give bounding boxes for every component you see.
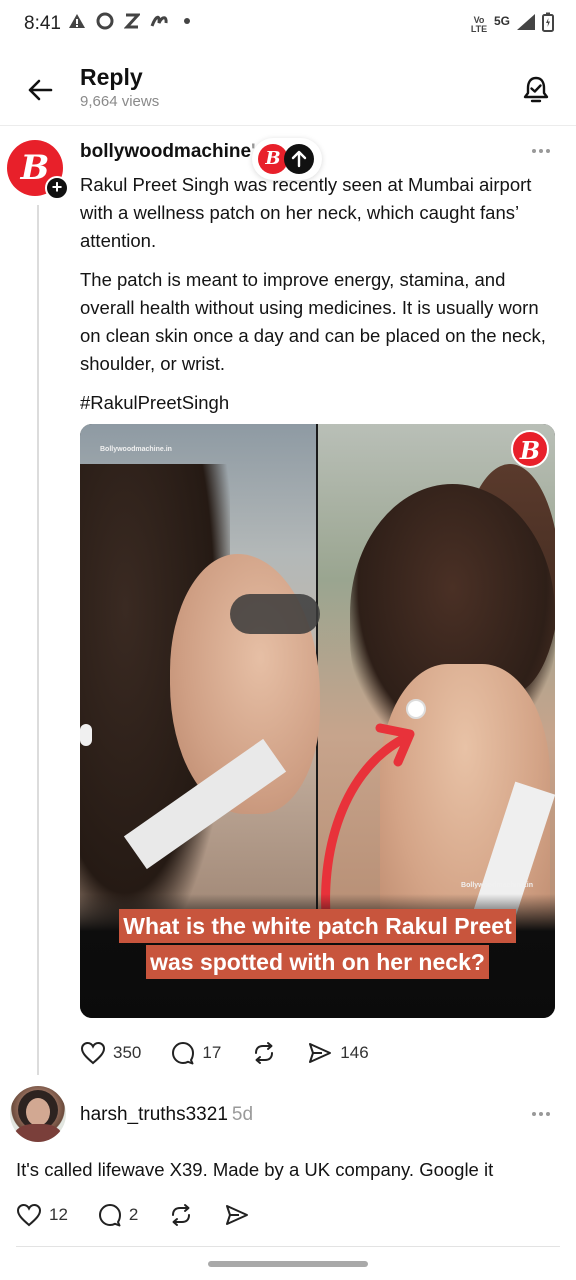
send-icon (309, 1043, 332, 1063)
home-indicator[interactable] (208, 1261, 368, 1267)
avatar-detail (26, 1098, 50, 1126)
reply-like-button[interactable]: 12 (16, 1203, 68, 1227)
image-detail (230, 594, 320, 634)
view-count: 9,664 views (80, 93, 160, 110)
brand-logo-letter: B (20, 148, 50, 188)
header-divider (0, 125, 576, 126)
repost-button[interactable] (251, 1041, 277, 1065)
system-icons: Vo LTE 5G (470, 12, 554, 37)
post-paragraph-2: The patch is meant to improve energy, st… (80, 269, 546, 374)
caption-line-1: What is the white patch Rakul Preet (119, 909, 516, 943)
like-button[interactable]: 350 (80, 1041, 141, 1065)
post-actions: 350 17 146 (80, 1040, 399, 1066)
heart-icon (80, 1041, 106, 1065)
notification-bell-button[interactable] (516, 70, 556, 110)
comment-button[interactable]: 17 (171, 1041, 221, 1065)
post-more-options-button[interactable] (526, 140, 556, 162)
image-caption: What is the white patch Rakul Preet was … (80, 909, 555, 981)
reply-comment-button[interactable]: 2 (98, 1203, 138, 1227)
page-title: Reply (80, 64, 143, 90)
post-image[interactable]: Bollywoodmachine.in B Bollywoodmachine.i… (80, 424, 555, 1018)
reply-repost-button[interactable] (168, 1203, 194, 1227)
dot (539, 1112, 543, 1116)
post-username[interactable]: bollywoodmachine' (80, 141, 256, 163)
dot (532, 149, 536, 153)
notification-icons (68, 12, 190, 30)
comment-icon (98, 1204, 121, 1227)
reply-text: It's called lifewave X39. Made by a UK c… (16, 1159, 494, 1180)
z-app-icon (124, 13, 140, 29)
network-type: 5G (493, 13, 510, 28)
more-notifications-dot (184, 18, 190, 24)
reply-like-count: 12 (49, 1205, 68, 1224)
comment-count: 17 (202, 1043, 222, 1062)
like-count: 350 (113, 1043, 142, 1062)
app-logo-icon (150, 13, 170, 29)
reply-more-options-button[interactable] (526, 1103, 556, 1125)
share-count: 146 (340, 1043, 369, 1062)
status-bar: 8:41 Vo LTE 5G (0, 0, 576, 50)
reply-divider (16, 1246, 560, 1247)
reply-time: 5d (231, 1104, 254, 1125)
arrow-up-icon (284, 144, 314, 174)
image-detail (80, 724, 92, 746)
post-hashtag[interactable]: #RakulPreetSingh (80, 389, 560, 417)
image-watermark-right: Bollywoodmachine.in (461, 882, 533, 889)
repost-icon (172, 1204, 191, 1226)
avatar-detail (14, 1124, 62, 1142)
reply-comment-count: 2 (128, 1205, 139, 1224)
post-text: Rakul Preet Singh was recently seen at M… (80, 171, 560, 428)
bell-check-icon (523, 76, 549, 103)
dot (546, 149, 550, 153)
comment-icon (172, 1042, 195, 1065)
reply-actions: 12 2 (16, 1202, 280, 1228)
signal-icon (516, 13, 536, 36)
send-icon (226, 1205, 249, 1225)
reply-username[interactable]: harsh_truths3321 (80, 1104, 228, 1125)
warning-icon (68, 13, 86, 29)
thread-line (37, 205, 39, 1075)
back-arrow-icon (28, 79, 53, 101)
reply-author-avatar[interactable] (10, 1086, 66, 1142)
repost-icon (255, 1042, 274, 1064)
battery-icon (542, 12, 554, 37)
image-watermark-left: Bollywoodmachine.in (100, 446, 172, 453)
heart-icon (16, 1203, 42, 1227)
reply-share-button[interactable] (224, 1203, 250, 1227)
share-button[interactable]: 146 (307, 1041, 369, 1065)
dot (532, 1112, 536, 1116)
image-brand-logo: B (511, 430, 549, 468)
follow-plus-button[interactable]: + (45, 176, 69, 200)
reply-header: harsh_truths3321 5d (80, 1104, 253, 1126)
ring-icon (96, 12, 114, 30)
dot (539, 149, 543, 153)
back-button[interactable] (22, 72, 58, 108)
dot (546, 1112, 550, 1116)
app-header: Reply 9,664 views (0, 56, 576, 126)
caption-line-2: was spotted with on her neck? (146, 945, 489, 979)
volte-indicator: Vo LTE (470, 14, 488, 34)
status-time: 8:41 (24, 13, 61, 34)
post-paragraph-1: Rakul Preet Singh was recently seen at M… (80, 174, 532, 251)
